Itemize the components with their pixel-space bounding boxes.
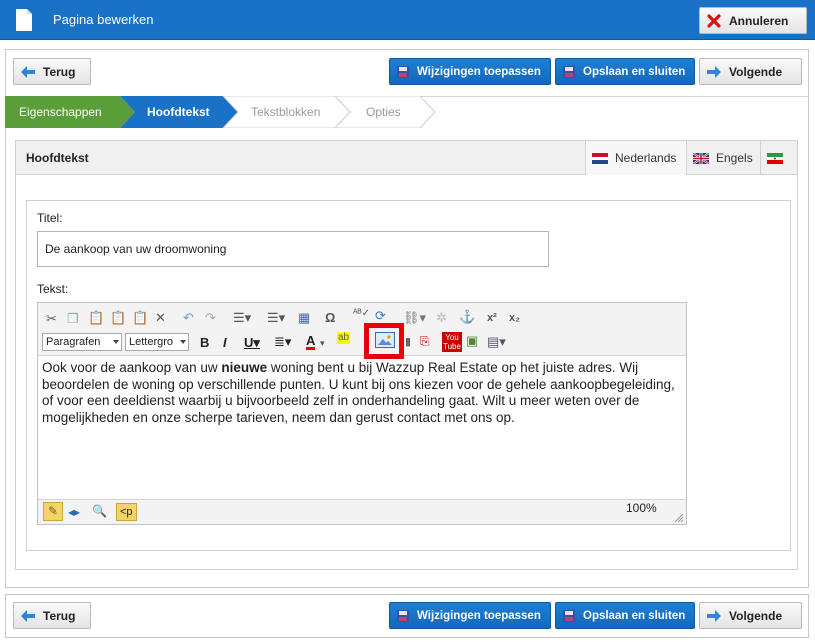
back-button[interactable]: Terug [13, 58, 91, 85]
next-label: Volgende [729, 608, 783, 623]
tab-nederlands[interactable]: Nederlands [585, 141, 686, 175]
flag-nl-icon [592, 152, 608, 164]
template-icon[interactable]: ▤▾ [487, 334, 506, 350]
arrow-left-icon [21, 609, 35, 622]
bullet-list-icon[interactable]: ☰▾ [267, 310, 285, 326]
tag-path-item[interactable]: <p [116, 503, 137, 521]
content-bold-text: nieuwe [221, 360, 268, 375]
cut-icon[interactable]: ✂ [46, 311, 57, 327]
source-code-icon[interactable]: ◂▸ [68, 504, 80, 520]
flash-icon[interactable]: ▮ [405, 334, 411, 350]
flag-uk-icon [693, 152, 709, 164]
undo-icon[interactable]: ↶ [183, 310, 194, 326]
apply-changes-label: Wijzigingen toepassen [417, 609, 541, 622]
unlink-icon[interactable]: ✲ [436, 310, 447, 326]
save-close-button-bottom[interactable]: Opslaan en sluiten [555, 602, 695, 629]
image-button-highlight [364, 323, 404, 359]
next-label: Volgende [729, 64, 783, 79]
page-title: Pagina bewerken [53, 12, 154, 27]
arrow-right-icon [707, 65, 721, 78]
font-size-value: Lettergro [129, 336, 174, 348]
editor-status-bar: ✎ ◂▸ 🔍 <p 100% [38, 499, 686, 524]
content-text: Ook voor de aankoop van uw [42, 360, 222, 375]
pdf-icon[interactable]: ⎘ [420, 333, 430, 349]
panel-header: Hoofdtekst Nederlands Engels [16, 141, 797, 175]
highlight-color-icon[interactable]: ab [337, 332, 351, 344]
back-label: Terug [43, 608, 76, 623]
page-icon [16, 9, 32, 31]
panel-title: Hoofdtekst [26, 151, 89, 165]
italic-icon[interactable]: I [223, 335, 227, 351]
text-color-icon[interactable]: A [306, 334, 316, 350]
link-icon[interactable]: ⛓▾ [403, 310, 426, 326]
wizard-arrows [5, 96, 436, 128]
save-close-button[interactable]: Opslaan en sluiten [555, 58, 695, 85]
superscript-icon[interactable]: x² [487, 310, 497, 326]
format-value: Paragrafen [46, 336, 101, 348]
save-icon [397, 65, 409, 78]
find-replace-icon[interactable]: ⟳ [375, 308, 386, 324]
save-icon [397, 609, 409, 622]
arrow-right-icon [707, 609, 721, 622]
cancel-button[interactable]: Annuleren [699, 7, 807, 34]
tab-label: Engels [716, 151, 753, 165]
title-input[interactable]: De aankoop van uw droomwoning [37, 231, 549, 267]
back-button-bottom[interactable]: Terug [13, 602, 91, 629]
apply-changes-label: Wijzigingen toepassen [417, 65, 541, 78]
paste-word-icon[interactable]: 📋 [132, 310, 148, 326]
save-icon [563, 65, 575, 78]
spellcheck-icon[interactable]: ᴬᴮ✓ [353, 306, 370, 322]
arrow-left-icon [21, 65, 35, 78]
editor-toolbar: ✂ ❐ 📋 📋 📋 ✕ ↶ ↷ ☰▾ ☰▾ ▦ Ω ᴬᴮ✓ ⟳ ⛓▾ ✲ ⚓ x… [38, 303, 686, 356]
next-button[interactable]: Volgende [699, 58, 802, 85]
zoom-icon[interactable]: 🔍 [92, 503, 107, 519]
cancel-label: Annuleren [729, 13, 789, 28]
youtube-icon[interactable]: You Tube [442, 332, 462, 352]
chevron-down-icon [113, 340, 119, 344]
anchor-icon[interactable]: ⚓ [459, 309, 475, 325]
chevron-down-icon [180, 340, 186, 344]
subscript-icon[interactable]: x₂ [509, 310, 520, 326]
save-close-label: Opslaan en sluiten [583, 609, 686, 622]
step-text-blocks[interactable]: Tekstblokken [251, 96, 320, 128]
step-options[interactable]: Opties [366, 96, 401, 128]
step-properties[interactable]: Eigenschappen [19, 96, 102, 128]
apply-changes-button[interactable]: Wijzigingen toepassen [389, 58, 551, 85]
flag-ir-icon [767, 152, 783, 164]
paste-text-icon[interactable]: 📋 [110, 310, 126, 326]
insert-media-icon[interactable]: ▣ [466, 333, 478, 349]
text-label: Tekst: [37, 282, 69, 296]
tab-farsi[interactable] [760, 141, 797, 175]
title-label: Titel: [37, 211, 63, 225]
special-char-icon[interactable]: Ω [325, 310, 335, 326]
wizard-steps: Eigenschappen Hoofdtekst Tekstblokken Op… [5, 96, 809, 128]
rich-text-editor: ✂ ❐ 📋 📋 📋 ✕ ↶ ↷ ☰▾ ☰▾ ▦ Ω ᴬᴮ✓ ⟳ ⛓▾ ✲ ⚓ x… [37, 302, 687, 525]
bold-icon[interactable]: B [200, 335, 209, 351]
zoom-level: 100% [626, 501, 657, 515]
font-size-dropdown[interactable]: Lettergro [125, 333, 189, 351]
tab-engels[interactable]: Engels [686, 141, 760, 175]
chevron-down-icon[interactable]: ▾ [320, 335, 325, 351]
table-icon[interactable]: ▦ [298, 310, 310, 326]
redo-icon[interactable]: ↷ [205, 310, 216, 326]
tab-label: Nederlands [615, 151, 677, 165]
back-label: Terug [43, 64, 76, 79]
format-dropdown[interactable]: Paragrafen [42, 333, 122, 351]
step-main-text[interactable]: Hoofdtekst [147, 96, 210, 128]
underline-icon[interactable]: U▾ [244, 335, 260, 351]
editor-content[interactable]: Ook voor de aankoop van uw nieuwe woning… [42, 360, 682, 426]
copy-icon[interactable]: ❐ [67, 311, 79, 327]
resize-grip-icon[interactable] [674, 513, 684, 523]
save-close-label: Opslaan en sluiten [583, 65, 686, 78]
save-icon [563, 609, 575, 622]
next-button-bottom[interactable]: Volgende [699, 602, 802, 629]
apply-changes-button-bottom[interactable]: Wijzigingen toepassen [389, 602, 551, 629]
close-icon [707, 13, 721, 28]
remove-format-icon[interactable]: ✕ [155, 310, 166, 326]
numbered-list-icon[interactable]: ☰▾ [233, 310, 251, 326]
strikethrough-icon[interactable]: ≣▾ [274, 334, 291, 350]
wysiwyg-mode-icon[interactable]: ✎ [43, 502, 63, 521]
title-bar: Pagina bewerken Annuleren [0, 0, 815, 40]
paste-icon[interactable]: 📋 [88, 310, 104, 326]
